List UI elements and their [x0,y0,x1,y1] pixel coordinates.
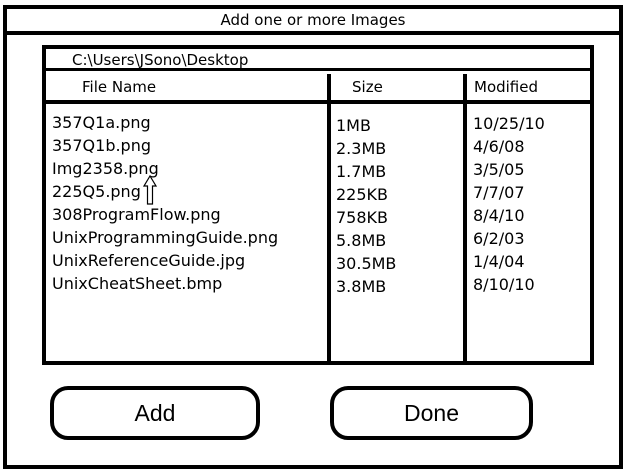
file-name-cell[interactable]: Img2358.png [52,157,278,180]
file-size-cell: 30.5MB [336,254,397,273]
file-name-cell[interactable]: 225Q5.png [52,180,278,203]
file-size-cell: 3.8MB [336,277,387,296]
file-name-cell[interactable]: UnixProgrammingGuide.png [52,226,278,249]
file-name-cell[interactable]: 357Q1b.png [52,134,278,157]
file-size-cell: 5.8MB [336,231,387,250]
file-modified-cell: 4/6/08 [473,137,525,156]
file-modified-cell: 8/4/10 [473,206,525,225]
file-size-column: 1MB 2.3MB 1.7MB 225KB 758KB 5.8MB 30.5MB… [336,114,396,298]
file-name-column: 357Q1a.png 357Q1b.png Img2358.png 225Q5.… [52,111,278,295]
add-images-dialog: Add one or more Images C:\Users\JSono\De… [3,5,623,469]
file-size-cell: 1MB [336,116,371,135]
column-divider[interactable] [463,74,467,361]
file-name-cell[interactable]: 308ProgramFlow.png [52,203,278,226]
file-modified-cell: 1/4/04 [473,252,525,271]
column-header-modified[interactable]: Modified [474,74,538,100]
column-header-size[interactable]: Size [352,74,383,100]
column-header-file-name[interactable]: File Name [82,74,156,100]
file-modified-cell: 10/25/10 [473,114,545,133]
file-name-cell[interactable]: 357Q1a.png [52,111,278,134]
file-modified-cell: 7/7/07 [473,183,525,202]
file-size-cell: 2.3MB [336,139,387,158]
file-modified-cell: 6/2/03 [473,229,525,248]
done-button[interactable]: Done [330,386,533,440]
file-modified-cell: 3/5/05 [473,160,525,179]
file-size-cell: 225KB [336,185,389,204]
column-divider[interactable] [327,74,331,361]
column-header-row: File Name Size Modified [46,74,590,104]
file-name-cell[interactable]: UnixCheatSheet.bmp [52,272,278,295]
add-button[interactable]: Add [50,386,260,440]
dialog-title: Add one or more Images [7,9,619,35]
file-browser: C:\Users\JSono\Desktop File Name Size Mo… [42,45,594,365]
file-modified-column: 10/25/10 4/6/08 3/5/05 7/7/07 8/4/10 6/2… [473,112,545,296]
arrow-cursor-icon [143,175,157,205]
file-size-cell: 1.7MB [336,162,387,181]
file-size-cell: 758KB [336,208,389,227]
file-name-cell[interactable]: UnixReferenceGuide.jpg [52,249,278,272]
path-bar[interactable]: C:\Users\JSono\Desktop [46,49,590,71]
file-modified-cell: 8/10/10 [473,275,535,294]
